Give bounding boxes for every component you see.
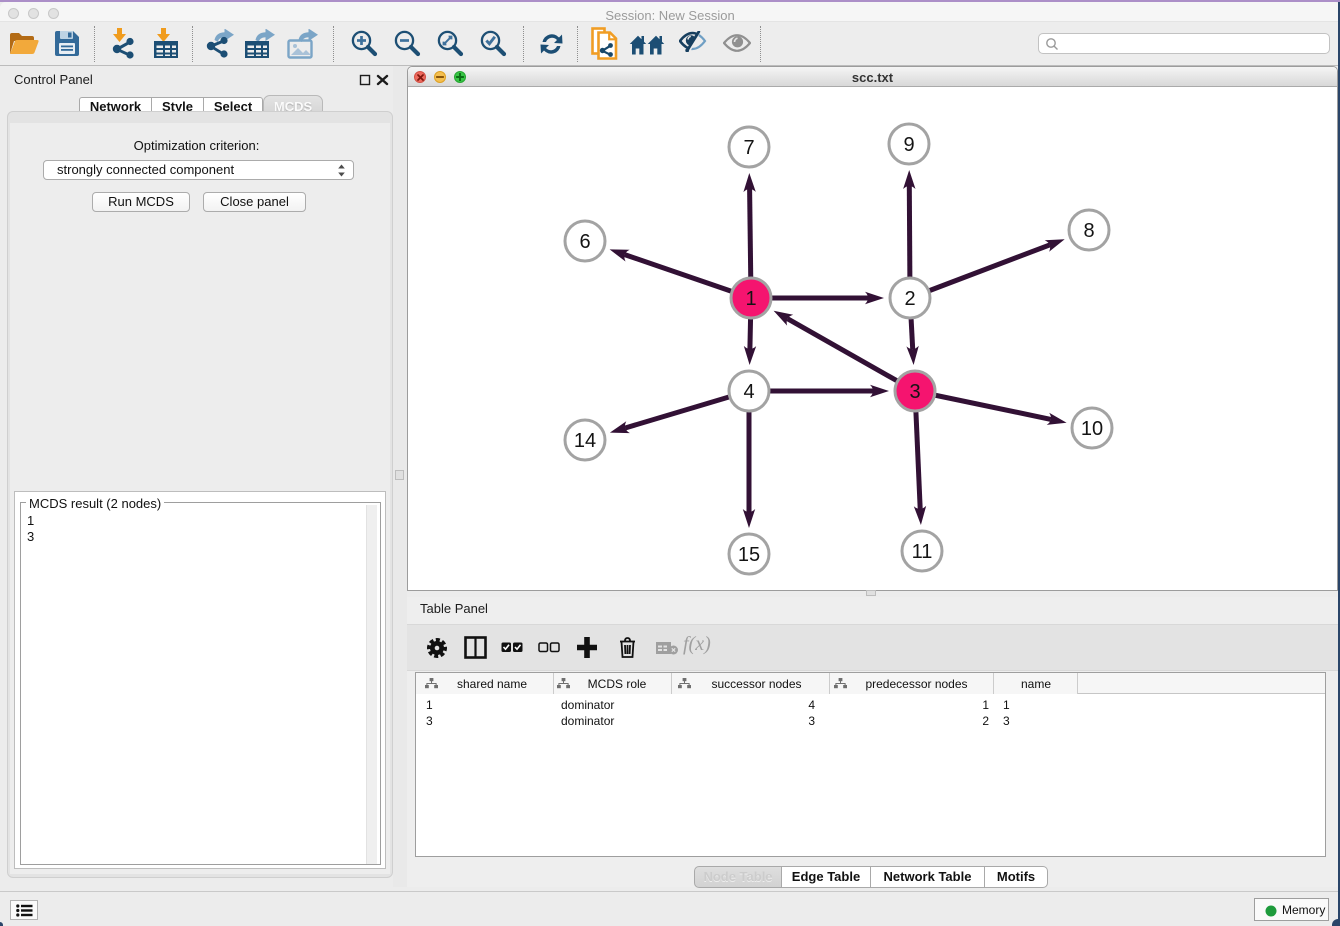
svg-text:2: 2 (904, 288, 915, 310)
svg-text:14: 14 (574, 430, 596, 452)
svg-text:8: 8 (1083, 220, 1094, 242)
svg-text:10: 10 (1081, 418, 1103, 440)
svg-text:11: 11 (912, 541, 933, 563)
svg-text:7: 7 (743, 137, 754, 159)
svg-text:1: 1 (745, 288, 756, 310)
svg-text:9: 9 (903, 134, 914, 156)
svg-text:4: 4 (743, 381, 754, 403)
svg-text:6: 6 (579, 231, 590, 253)
svg-text:15: 15 (738, 544, 760, 566)
svg-text:3: 3 (909, 381, 920, 403)
